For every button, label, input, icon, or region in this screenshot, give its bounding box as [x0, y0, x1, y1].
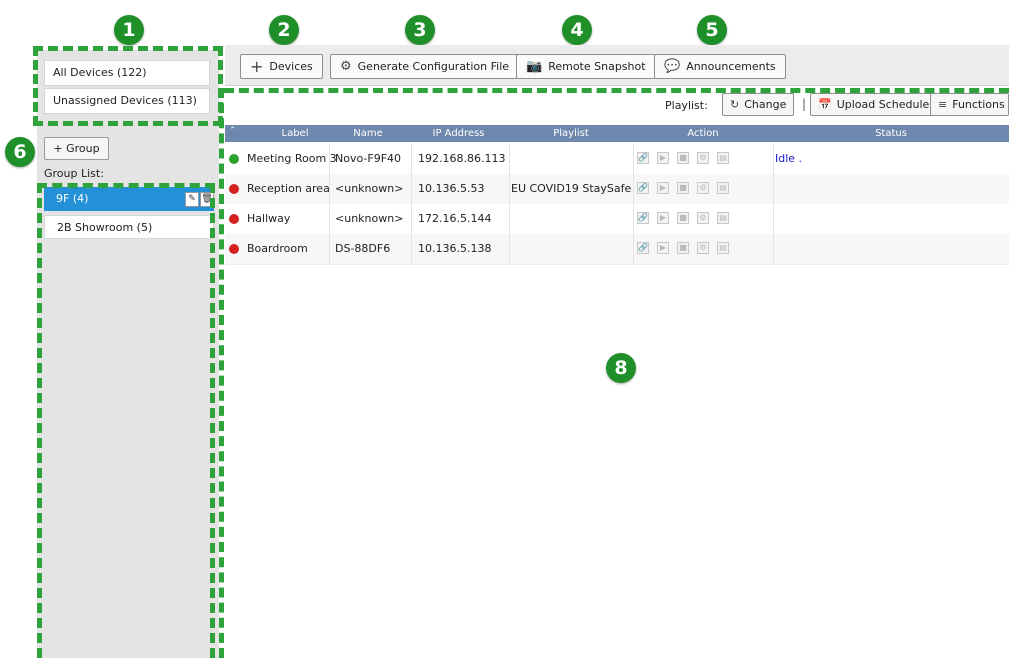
play-icon[interactable]: ▶ [657, 152, 669, 164]
row-name: <unknown> [335, 182, 404, 195]
row-label: Reception area [247, 182, 330, 195]
group-item-9f[interactable]: 9F (4) ✎ 🗑 [44, 187, 214, 211]
column-header-status[interactable]: Status [773, 125, 1009, 142]
add-group-button[interactable]: + Group [44, 137, 109, 160]
callout-3: 3 [405, 15, 435, 45]
all-devices-button[interactable]: All Devices (122) [44, 60, 210, 86]
row-ip: 10.136.5.138 [418, 242, 492, 255]
change-playlist-button[interactable]: ↻ Change [722, 93, 795, 116]
toolbar-separator: | [802, 97, 807, 111]
menu-icon: ≡ [938, 98, 948, 111]
column-header-action[interactable]: Action [633, 125, 773, 142]
screen-icon[interactable]: ▤ [717, 212, 729, 224]
settings-icon[interactable]: ⚙ [697, 182, 709, 194]
settings-icon[interactable]: ⚙ [697, 242, 709, 254]
callout-6: 6 [5, 137, 35, 167]
change-label: Change [744, 98, 787, 111]
add-devices-button[interactable]: + Devices [240, 54, 323, 79]
stop-icon[interactable]: ■ [677, 212, 689, 224]
table-row[interactable]: Boardroom DS-88DF6 10.136.5.138 🔗 ▶ ■ ⚙ … [225, 234, 1009, 265]
callout-5: 5 [697, 15, 727, 45]
trash-icon[interactable]: 🗑 [200, 192, 214, 207]
screen-icon[interactable]: ▤ [717, 242, 729, 254]
row-ip: 10.136.5.53 [418, 182, 485, 195]
callout-8-left-line [219, 88, 224, 658]
online-status-icon [229, 154, 239, 164]
upload-schedule-label: Upload Schedule [836, 98, 930, 111]
link-icon[interactable]: 🔗 [637, 212, 649, 224]
device-sidebar: All Devices (122) Unassigned Devices (11… [37, 50, 219, 658]
upload-schedule-button[interactable]: 📅 Upload Schedule [810, 93, 938, 116]
add-devices-label: Devices [269, 60, 313, 73]
row-ip: 172.16.5.144 [418, 212, 492, 225]
gear-icon: ⚙ [340, 59, 352, 74]
group-item-2b-showroom[interactable]: 2B Showroom (5) [44, 215, 214, 239]
offline-status-icon [229, 214, 239, 224]
link-icon[interactable]: 🔗 [637, 152, 649, 164]
group-list-label: Group List: [44, 167, 104, 180]
remote-snapshot-label: Remote Snapshot [548, 60, 646, 73]
row-status: Idle . [775, 152, 803, 165]
screen-icon[interactable]: ▤ [717, 182, 729, 194]
row-label: Meeting Room 3 [247, 152, 337, 165]
table-row[interactable]: Meeting Room 3 Novo-F9F40 192.168.86.113… [225, 144, 1009, 175]
column-header-ip[interactable]: IP Address [410, 125, 507, 142]
plus-icon: + [250, 57, 264, 76]
functions-button[interactable]: ≡ Functions [930, 93, 1009, 116]
callout-2: 2 [269, 15, 299, 45]
table-row[interactable]: Reception area <unknown> 10.136.5.53 EU … [225, 174, 1009, 205]
camera-icon: 📷 [526, 59, 543, 74]
functions-label: Functions [952, 98, 1005, 111]
unassigned-devices-button[interactable]: Unassigned Devices (113) [44, 88, 210, 114]
generate-config-button[interactable]: ⚙ Generate Configuration File [330, 54, 520, 79]
row-label: Boardroom [247, 242, 308, 255]
settings-icon[interactable]: ⚙ [697, 212, 709, 224]
callout-1: 1 [114, 15, 144, 45]
calendar-icon: 📅 [818, 98, 832, 111]
remote-snapshot-button[interactable]: 📷 Remote Snapshot [516, 54, 656, 79]
link-icon[interactable]: 🔗 [637, 242, 649, 254]
stop-icon[interactable]: ■ [677, 152, 689, 164]
announcements-label: Announcements [686, 60, 776, 73]
row-name: Novo-F9F40 [335, 152, 402, 165]
sort-icon[interactable]: ⌃ [229, 126, 237, 136]
row-playlist: EU COVID19 StaySafe [511, 182, 632, 195]
callout-8: 8 [606, 353, 636, 383]
screen-icon[interactable]: ▤ [717, 152, 729, 164]
group-item-label: 2B Showroom (5) [57, 221, 153, 234]
play-icon[interactable]: ▶ [657, 212, 669, 224]
message-icon: 💬 [664, 59, 681, 74]
stop-icon[interactable]: ■ [677, 182, 689, 194]
row-name: DS-88DF6 [335, 242, 391, 255]
table-row[interactable]: Hallway <unknown> 172.16.5.144 🔗 ▶ ■ ⚙ ▤ [225, 204, 1009, 235]
play-icon[interactable]: ▶ [657, 182, 669, 194]
offline-status-icon [229, 184, 239, 194]
edit-icon[interactable]: ✎ [185, 192, 199, 207]
link-icon[interactable]: 🔗 [637, 182, 649, 194]
row-name: <unknown> [335, 212, 404, 225]
stop-icon[interactable]: ■ [677, 242, 689, 254]
announcements-button[interactable]: 💬 Announcements [654, 54, 786, 79]
offline-status-icon [229, 244, 239, 254]
column-header-name[interactable]: Name [328, 125, 408, 142]
play-icon[interactable]: ▶ [657, 242, 669, 254]
playlist-label: Playlist: [665, 99, 708, 112]
refresh-icon: ↻ [730, 98, 740, 111]
table-header: ⌃ Label Name IP Address Playlist Action … [225, 125, 1009, 142]
column-header-playlist[interactable]: Playlist [509, 125, 633, 142]
group-item-label: 9F (4) [56, 192, 89, 205]
row-label: Hallway [247, 212, 291, 225]
generate-config-label: Generate Configuration File [357, 60, 510, 73]
settings-icon[interactable]: ⚙ [697, 152, 709, 164]
main-toolbar: + Devices ⚙ Generate Configuration File … [225, 45, 1009, 86]
callout-4: 4 [562, 15, 592, 45]
row-ip: 192.168.86.113 [418, 152, 506, 165]
